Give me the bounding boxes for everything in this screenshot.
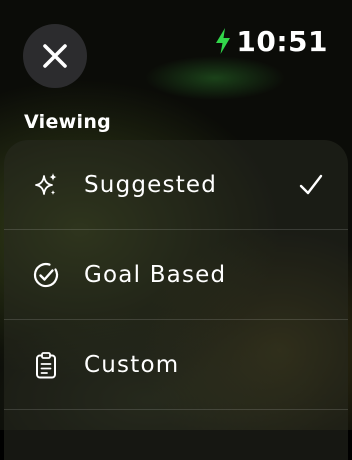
sparkles-icon bbox=[35, 172, 57, 195]
bolt-icon bbox=[216, 28, 231, 54]
option-custom[interactable]: Custom bbox=[4, 320, 348, 409]
option-label: Suggested bbox=[84, 171, 218, 198]
option-suggested[interactable]: Suggested bbox=[4, 140, 348, 229]
checkmark-icon bbox=[299, 174, 323, 194]
option-label: Goal Based bbox=[84, 261, 227, 288]
goal-check-icon bbox=[33, 262, 59, 287]
clock-time: 10:51 bbox=[236, 24, 328, 58]
close-icon bbox=[43, 44, 67, 68]
option-goal-based[interactable]: Goal Based bbox=[4, 230, 348, 319]
close-button[interactable] bbox=[23, 24, 87, 88]
options-list: Suggested Goal Based Custom bbox=[4, 140, 348, 460]
clipboard-icon bbox=[36, 351, 56, 378]
status-bar: 10:51 bbox=[214, 24, 328, 58]
option-label: Custom bbox=[84, 351, 180, 378]
viewing-heading: Viewing bbox=[24, 111, 112, 133]
divider bbox=[4, 409, 348, 410]
